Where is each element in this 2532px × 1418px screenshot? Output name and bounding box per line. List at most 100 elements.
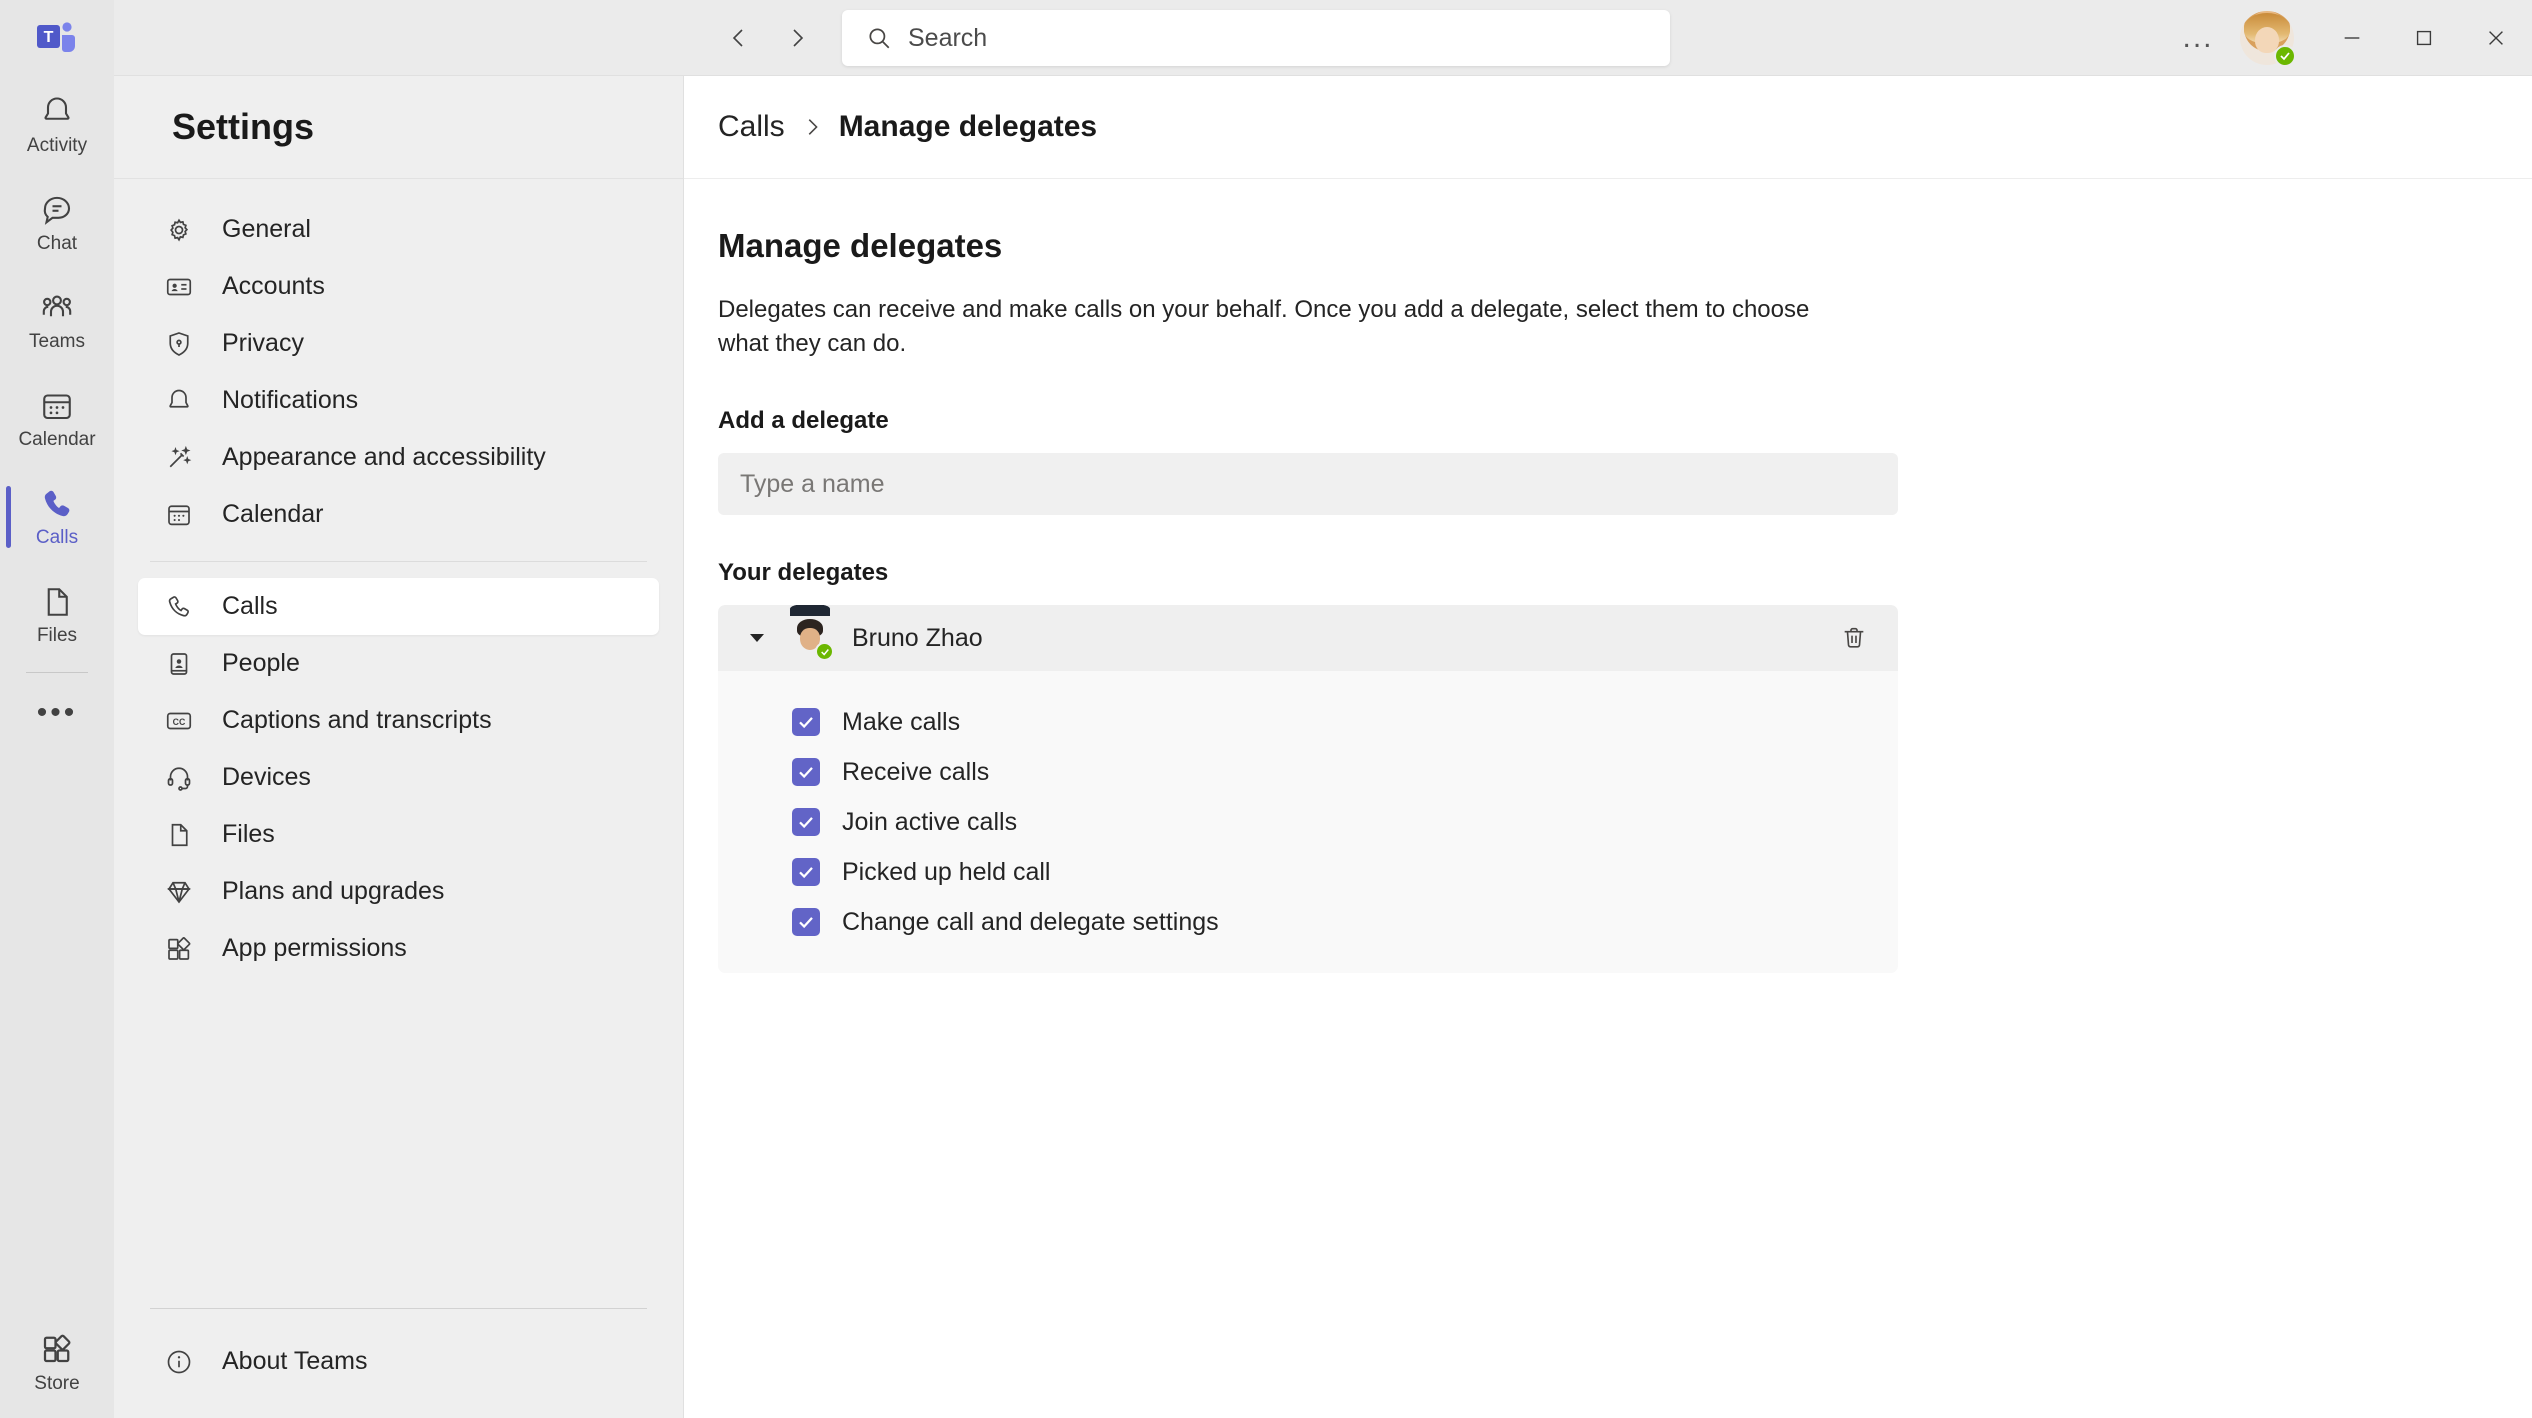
breadcrumb: Calls Manage delegates	[684, 76, 2532, 179]
settings-footer: About Teams	[114, 1308, 683, 1418]
breadcrumb-current: Manage delegates	[838, 110, 1098, 143]
settings-label-accounts: Accounts	[222, 272, 325, 300]
forward-button[interactable]	[772, 13, 822, 63]
permission-picked-up-held-call[interactable]: Picked up held call	[718, 847, 1898, 897]
settings-item-privacy[interactable]: Privacy	[138, 315, 659, 372]
checkbox-checked[interactable]	[792, 858, 820, 887]
settings-item-accounts[interactable]: Accounts	[138, 258, 659, 315]
permission-make-calls[interactable]: Make calls	[718, 697, 1898, 747]
search-bar[interactable]: Search	[842, 10, 1670, 66]
id-card-icon	[164, 272, 194, 302]
teams-icon	[39, 290, 75, 326]
back-button[interactable]	[714, 13, 764, 63]
maximize-icon	[2416, 30, 2432, 46]
your-delegates-label: Your delegates	[718, 559, 889, 587]
maximize-button[interactable]	[2388, 0, 2460, 76]
rail-item-teams[interactable]: Teams	[0, 272, 114, 370]
settings-item-about-teams[interactable]: About Teams	[138, 1333, 659, 1390]
svg-text:CC: CC	[173, 717, 186, 727]
rail-item-files[interactable]: Files	[0, 566, 114, 664]
search-placeholder: Search	[908, 23, 988, 52]
diamond-icon	[164, 877, 194, 907]
phone-icon	[39, 486, 75, 522]
settings-item-general[interactable]: General	[138, 201, 659, 258]
rail-label-activity: Activity	[26, 134, 88, 156]
rail-item-chat[interactable]: Chat	[0, 174, 114, 272]
settings-item-appearance[interactable]: Appearance and accessibility	[138, 429, 659, 486]
delegate-row-header[interactable]: Bruno Zhao	[718, 605, 1898, 672]
rail-item-calls[interactable]: Calls	[0, 468, 114, 566]
calendar-icon	[39, 388, 75, 424]
settings-item-captions[interactable]: CC Captions and transcripts	[138, 692, 659, 749]
rail-label-files: Files	[36, 624, 78, 646]
settings-header: Settings	[114, 76, 683, 179]
settings-label-devices: Devices	[222, 763, 311, 791]
minimize-button[interactable]	[2316, 0, 2388, 76]
permission-change-call-and-delegate-settings[interactable]: Change call and delegate settings	[718, 897, 1898, 947]
settings-item-plans[interactable]: Plans and upgrades	[138, 863, 659, 920]
checkbox-checked[interactable]	[792, 808, 820, 837]
info-icon	[164, 1347, 194, 1377]
permission-label: Receive calls	[842, 757, 990, 786]
checkbox-checked[interactable]	[792, 708, 820, 737]
settings-item-calendar[interactable]: Calendar	[138, 486, 659, 543]
app-logo-zone: T	[0, 0, 114, 76]
search-icon	[869, 28, 890, 49]
rail-item-store[interactable]: Store	[0, 1308, 114, 1418]
settings-label-files: Files	[222, 820, 275, 848]
more-options-button[interactable]: ...	[2170, 10, 2226, 66]
close-button[interactable]	[2460, 0, 2532, 76]
calendar-icon	[164, 500, 194, 530]
permission-label: Picked up held call	[842, 857, 1051, 886]
settings-divider	[150, 561, 647, 562]
checkbox-checked[interactable]	[792, 758, 820, 787]
permission-receive-calls[interactable]: Receive calls	[718, 747, 1898, 797]
delegate-permissions-panel: Make calls Receive calls Join active cal…	[718, 671, 1898, 974]
rail-label-calls: Calls	[35, 526, 79, 548]
nav-buttons	[714, 13, 822, 63]
check-icon	[799, 717, 813, 729]
store-icon	[43, 1334, 71, 1363]
gear-icon	[164, 215, 194, 245]
permission-label: Make calls	[842, 707, 961, 736]
teams-window: T Search ... Activity Chat Teams Calenda…	[0, 0, 2532, 1418]
closed-caption-icon: CC	[164, 706, 194, 736]
user-avatar[interactable]	[2240, 11, 2296, 67]
settings-item-notifications[interactable]: Notifications	[138, 372, 659, 429]
title-bar: T Search ...	[0, 0, 2532, 76]
chevron-down-icon[interactable]	[740, 633, 774, 643]
rail-label-chat: Chat	[36, 232, 78, 254]
rail-more-button[interactable]: •••	[0, 677, 114, 749]
check-icon	[799, 817, 813, 829]
checkbox-checked[interactable]	[792, 908, 820, 937]
delete-delegate-button[interactable]	[1832, 616, 1876, 660]
presence-badge-available	[815, 642, 834, 662]
check-icon	[2280, 52, 2290, 61]
trash-icon	[1844, 628, 1864, 648]
settings-item-app-permissions[interactable]: App permissions	[138, 920, 659, 977]
apps-icon	[164, 934, 194, 964]
permission-label: Join active calls	[842, 807, 1018, 836]
settings-footer-divider	[150, 1308, 647, 1309]
settings-pane: Settings General Accounts Privacy Notifi…	[114, 76, 684, 1418]
rail-item-activity[interactable]: Activity	[0, 76, 114, 174]
magic-wand-icon	[164, 443, 194, 473]
chevron-right-icon	[801, 116, 823, 138]
settings-item-files[interactable]: Files	[138, 806, 659, 863]
breadcrumb-parent-calls[interactable]: Calls	[718, 110, 785, 144]
check-icon	[799, 767, 813, 779]
rail-item-calendar[interactable]: Calendar	[0, 370, 114, 468]
main-content: Calls Manage delegates Manage delegates …	[684, 76, 2532, 1418]
delegate-name-input[interactable]	[718, 453, 1898, 516]
manage-delegates-panel: Manage delegates Delegates can receive a…	[684, 179, 2532, 974]
check-icon	[799, 917, 813, 929]
settings-label-calendar: Calendar	[222, 500, 324, 528]
settings-item-people[interactable]: People	[138, 635, 659, 692]
delegate-card: Bruno Zhao Make calls Receive calls Join…	[718, 605, 1898, 974]
check-icon	[799, 867, 813, 879]
permission-join-active-calls[interactable]: Join active calls	[718, 797, 1898, 847]
settings-label-about-teams: About Teams	[222, 1347, 368, 1375]
bell-icon	[164, 386, 194, 416]
settings-item-devices[interactable]: Devices	[138, 749, 659, 806]
settings-item-calls[interactable]: Calls	[138, 578, 659, 635]
